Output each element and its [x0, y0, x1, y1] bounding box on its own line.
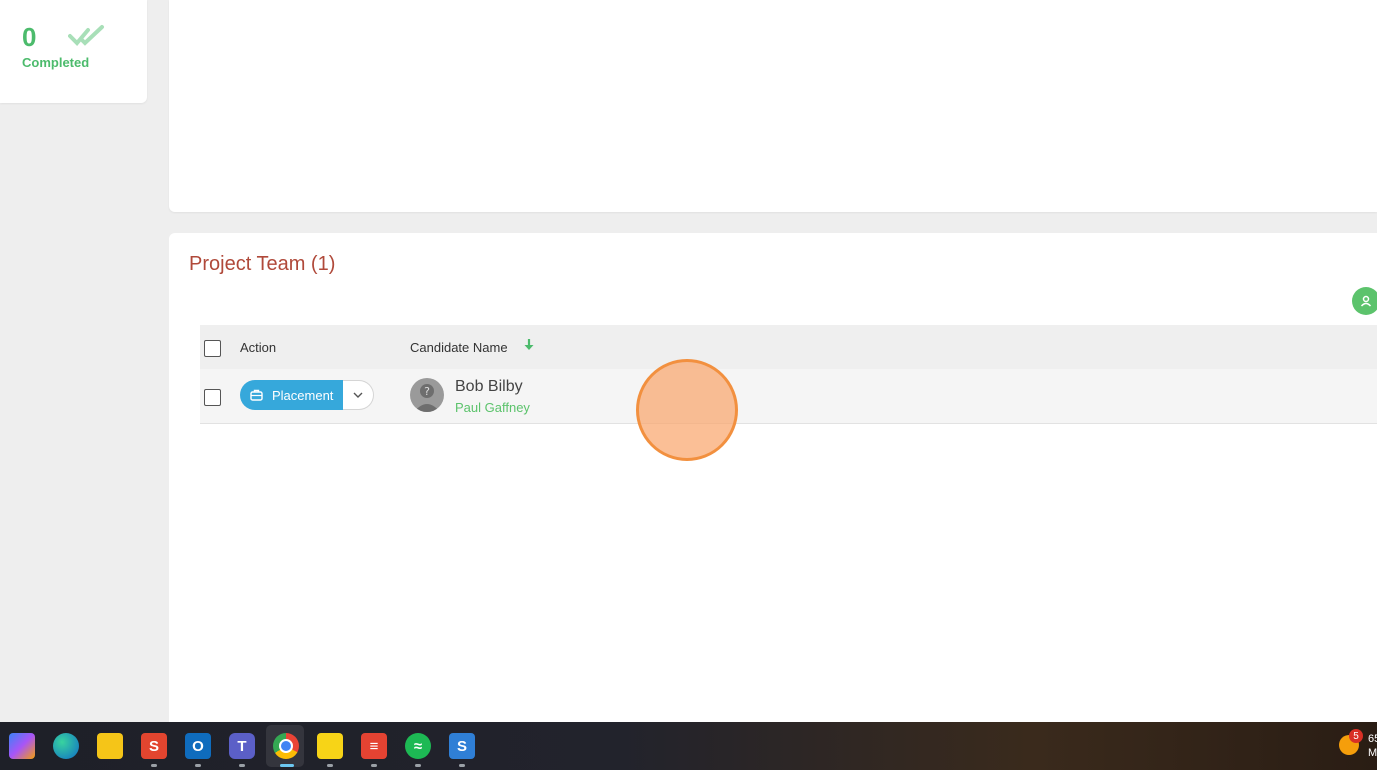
candidate-owner-link[interactable]: Paul Gaffney: [455, 400, 530, 415]
running-indicator: [239, 764, 245, 767]
add-team-member-button[interactable]: [1352, 287, 1377, 315]
unknown-person-icon: ?: [414, 384, 440, 412]
chrome-icon[interactable]: [273, 733, 299, 759]
top-content-panel: [169, 0, 1377, 212]
action-dropdown-button[interactable]: [343, 380, 374, 410]
tray-text-line1: 65: [1368, 733, 1377, 745]
project-team-title: Project Team (1): [189, 253, 336, 275]
tray-text: 65 M: [1368, 732, 1377, 760]
todoist-icon[interactable]: ≡: [361, 733, 387, 759]
windows-taskbar: S O T ≡ ≈ S 5 65 M: [0, 722, 1377, 770]
project-team-panel: Project Team (1) Action Candidate Name P…: [169, 233, 1377, 722]
tray-text-line2: M: [1368, 747, 1377, 759]
spotify-icon[interactable]: ≈: [405, 733, 431, 759]
s-app-2-icon[interactable]: S: [449, 733, 475, 759]
candidate-name-column-header[interactable]: Candidate Name: [410, 340, 508, 355]
placement-button[interactable]: Placement: [240, 380, 343, 410]
briefcase-icon: [250, 389, 263, 401]
outlook-icon[interactable]: O: [185, 733, 211, 759]
edge-icon[interactable]: [53, 733, 79, 759]
running-indicator: [327, 764, 333, 767]
user-icon: [1360, 295, 1372, 307]
sticky-notes-icon[interactable]: [317, 733, 343, 759]
placement-button-label: Placement: [272, 387, 334, 403]
teams-icon[interactable]: T: [229, 733, 255, 759]
active-indicator: [280, 764, 294, 767]
svg-text:?: ?: [424, 385, 430, 398]
completed-count: 0: [22, 22, 37, 52]
table-row[interactable]: Placement ? Bob Bilby Paul Gaffney: [200, 369, 1377, 424]
running-indicator: [151, 764, 157, 767]
notification-badge: 5: [1349, 729, 1363, 743]
team-table-header: Action Candidate Name: [200, 325, 1377, 369]
action-column-header: Action: [240, 340, 277, 355]
sort-arrow-down-icon[interactable]: [523, 338, 535, 352]
row-checkbox[interactable]: [204, 389, 221, 406]
chevron-down-icon: [353, 392, 363, 398]
candidate-name-link[interactable]: Bob Bilby: [455, 378, 523, 396]
completed-label: Completed: [22, 55, 90, 70]
running-indicator: [415, 764, 421, 767]
running-indicator: [195, 764, 201, 767]
select-all-checkbox[interactable]: [204, 340, 221, 357]
completed-stat-card: 0 Completed: [0, 0, 147, 103]
s-app-icon[interactable]: S: [141, 733, 167, 759]
candidate-avatar[interactable]: ?: [410, 378, 444, 412]
copilot-icon[interactable]: [9, 733, 35, 759]
file-explorer-icon[interactable]: [97, 733, 123, 759]
double-check-icon: [68, 25, 104, 46]
running-indicator: [459, 764, 465, 767]
running-indicator: [371, 764, 377, 767]
click-highlight-marker: [636, 359, 738, 461]
